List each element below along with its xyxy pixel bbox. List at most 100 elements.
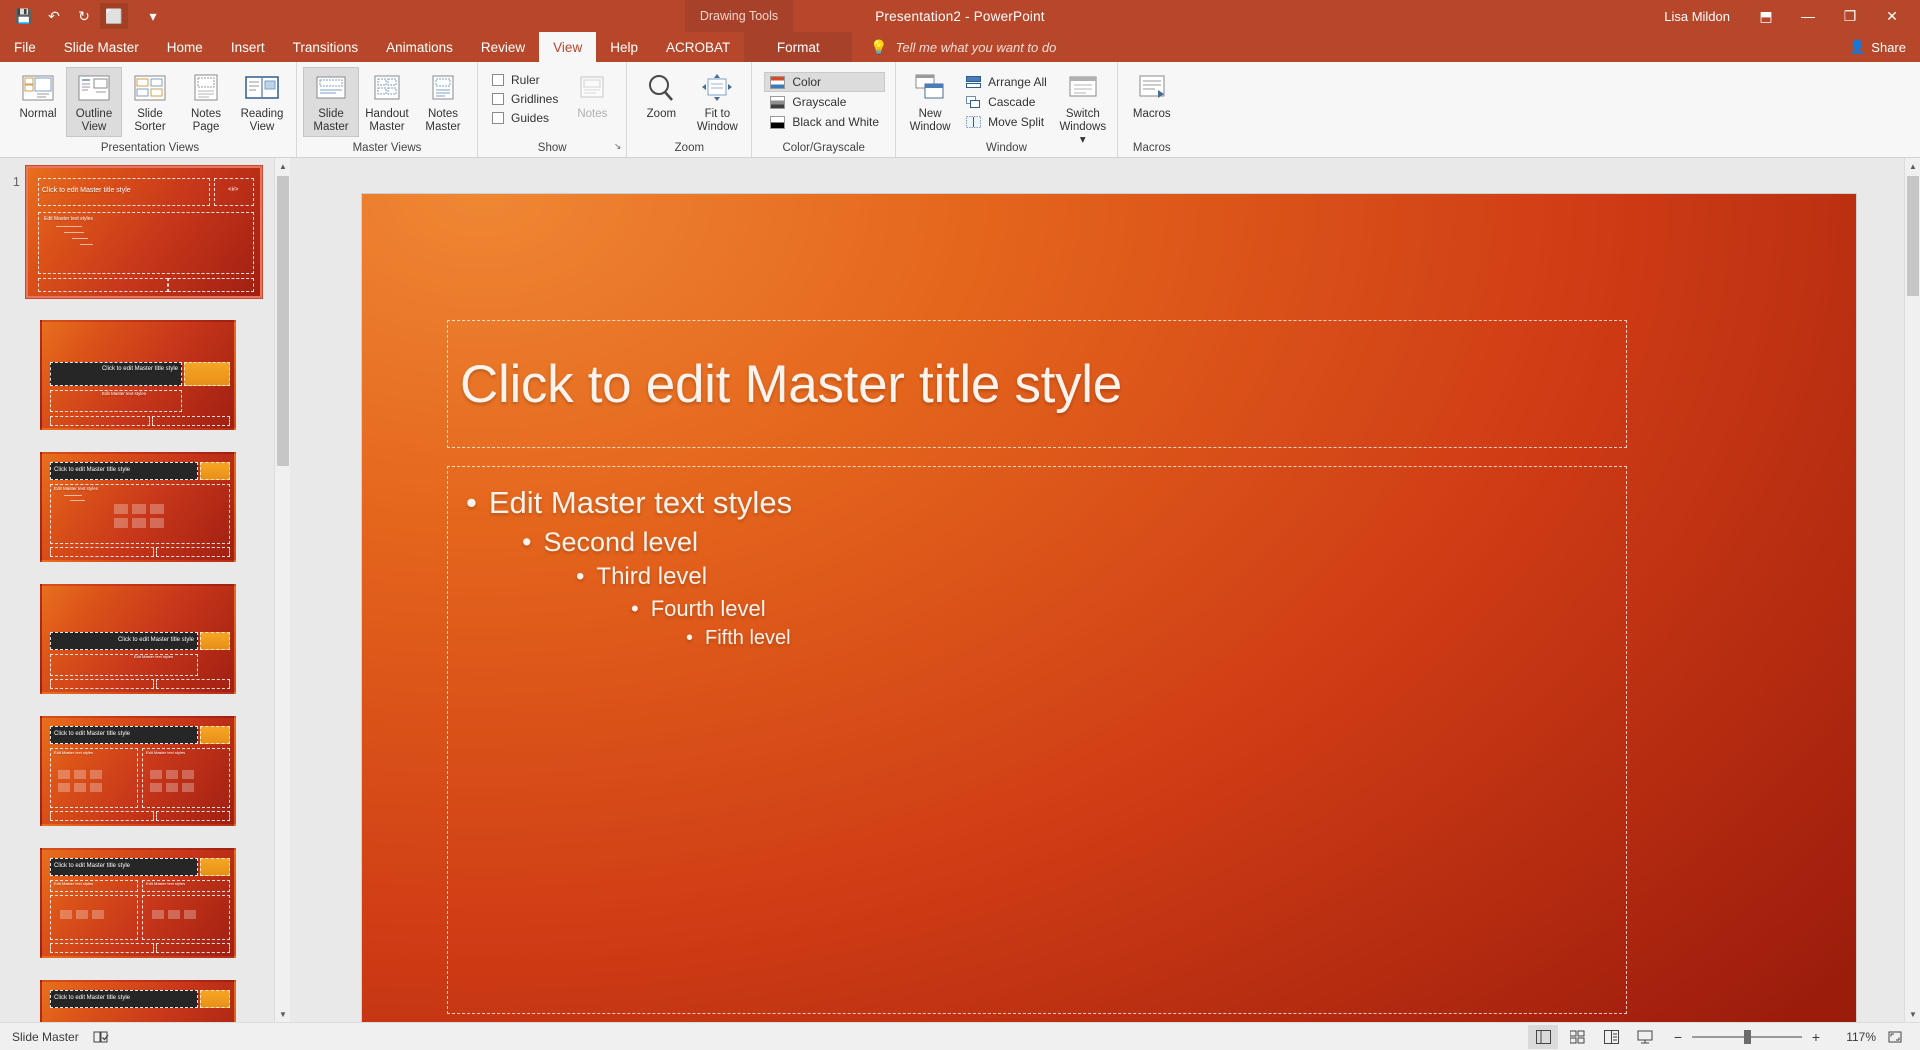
bullet-icon-2: • bbox=[522, 527, 532, 557]
thumbnail-slide-master[interactable]: Click to edit Master title style <#> Edi… bbox=[25, 165, 263, 299]
notes-page-icon bbox=[190, 71, 222, 105]
zoom-button[interactable]: Zoom bbox=[633, 67, 689, 137]
thumb6-tile bbox=[168, 910, 180, 919]
black-and-white-option[interactable]: Black and White bbox=[764, 112, 885, 132]
thumb5-tile bbox=[74, 770, 86, 779]
ribbon-group-window: New Window Arrange All Cascade Move Spli… bbox=[896, 62, 1118, 157]
tab-transitions[interactable]: Transitions bbox=[279, 32, 373, 62]
body-level-2-text: Second level bbox=[543, 527, 699, 557]
reading-view-label-2: View bbox=[249, 121, 275, 133]
tab-acrobat[interactable]: ACROBAT bbox=[652, 32, 744, 62]
restore-icon[interactable]: ❐ bbox=[1830, 1, 1870, 31]
thumbnail-layout-comparison[interactable]: Click to edit Master title style Edit Ma… bbox=[40, 848, 236, 958]
grayscale-option[interactable]: Grayscale bbox=[764, 92, 885, 112]
thumb6-tile bbox=[184, 910, 196, 919]
color-option[interactable]: Color bbox=[764, 72, 886, 92]
slide-master-canvas[interactable]: Click to edit Master title style • Edit … bbox=[362, 194, 1856, 1022]
ribbon-group-macros: Macros Macros bbox=[1118, 62, 1186, 157]
tab-home[interactable]: Home bbox=[153, 32, 217, 62]
tab-file[interactable]: File bbox=[0, 32, 50, 62]
fit-to-window-button[interactable]: Fit to Window bbox=[689, 67, 745, 137]
lightbulb-icon: 💡 bbox=[870, 38, 888, 55]
tab-help[interactable]: Help bbox=[596, 32, 652, 62]
title-placeholder-text: Click to edit Master title style bbox=[460, 354, 1122, 414]
canvas-scrollbar-thumb[interactable] bbox=[1907, 176, 1919, 296]
cascade-item[interactable]: Cascade bbox=[962, 92, 1051, 112]
zoom-out-button[interactable]: − bbox=[1672, 1029, 1684, 1045]
ruler-checkbox[interactable]: Ruler bbox=[492, 70, 558, 89]
thumbnail-scroll-up-icon[interactable]: ▲ bbox=[275, 158, 290, 174]
thumb3-content-text: Edit Master text styles bbox=[54, 486, 99, 491]
thumbnail-scrollbar[interactable]: ▲ ▼ bbox=[274, 158, 290, 1022]
tab-animations[interactable]: Animations bbox=[372, 32, 467, 62]
move-split-item[interactable]: Move Split bbox=[962, 112, 1051, 132]
thumb3-icon-tile bbox=[132, 518, 146, 528]
tab-slide-master[interactable]: Slide Master bbox=[50, 32, 153, 62]
slide-show-status-icon[interactable] bbox=[1630, 1025, 1660, 1049]
new-window-button[interactable]: New Window bbox=[902, 67, 958, 137]
thumb3-mini-line bbox=[64, 495, 82, 496]
notes-page-button[interactable]: Notes Page bbox=[178, 67, 234, 137]
reading-view-button[interactable]: Reading View bbox=[234, 67, 290, 137]
body-placeholder[interactable]: • Edit Master text styles • Second level… bbox=[447, 466, 1627, 1014]
close-icon[interactable]: ✕ bbox=[1872, 1, 1912, 31]
notes-master-button[interactable]: Notes Master bbox=[415, 67, 471, 137]
tab-view[interactable]: View bbox=[539, 32, 597, 62]
canvas-vertical-scrollbar[interactable]: ▲ ▼ bbox=[1904, 158, 1920, 1022]
thumbnail-layout-two-content[interactable]: Click to edit Master title style Edit Ma… bbox=[40, 716, 236, 826]
slide-thumbnail-pane[interactable]: 1 Click to edit Master title style <#> E… bbox=[0, 158, 290, 1022]
thumb5-right-text: Edit Master text styles bbox=[146, 750, 186, 755]
accessibility-checker-icon[interactable] bbox=[93, 1030, 109, 1044]
zoom-slider-track[interactable] bbox=[1692, 1030, 1802, 1044]
switch-windows-button[interactable]: Switch Windows ▾ bbox=[1055, 67, 1111, 148]
bullet-icon-5: • bbox=[686, 627, 694, 649]
thumb5-tile bbox=[58, 770, 70, 779]
normal-view-button[interactable]: Normal bbox=[10, 67, 66, 137]
zoom-in-button[interactable]: + bbox=[1810, 1029, 1822, 1045]
thumb-mini-line bbox=[64, 232, 84, 233]
slide-sorter-status-icon[interactable] bbox=[1562, 1025, 1592, 1049]
thumb4-text: Edit Master text styles bbox=[134, 654, 174, 659]
show-dialog-launcher-icon[interactable]: ↘ bbox=[614, 137, 622, 155]
normal-view-status-icon[interactable] bbox=[1528, 1025, 1558, 1049]
thumbnail-scroll-down-icon[interactable]: ▼ bbox=[275, 1006, 290, 1022]
color-option-column: Color Grayscale Black and White bbox=[758, 67, 889, 132]
minimize-icon[interactable]: — bbox=[1788, 1, 1828, 31]
canvas-scroll-up-icon[interactable]: ▲ bbox=[1905, 158, 1920, 174]
macros-button[interactable]: Macros bbox=[1124, 67, 1180, 137]
slide-sorter-button[interactable]: Slide Sorter bbox=[122, 67, 178, 137]
slide-master-button[interactable]: Slide Master bbox=[303, 67, 359, 137]
fit-to-window-label-2: Window bbox=[696, 121, 738, 133]
share-button[interactable]: 👤 Share bbox=[1849, 32, 1906, 62]
new-window-label-2: Window bbox=[909, 121, 951, 133]
thumbnail-layout-title-slide[interactable]: Click to edit Master title style Edit Ma… bbox=[40, 320, 236, 430]
ribbon-display-options-icon[interactable]: ⬒ bbox=[1746, 1, 1786, 31]
guides-checkbox[interactable]: Guides bbox=[492, 108, 558, 127]
thumb3-icon-tile bbox=[150, 518, 164, 528]
title-placeholder[interactable]: Click to edit Master title style bbox=[447, 320, 1627, 448]
reading-view-status-icon[interactable] bbox=[1596, 1025, 1626, 1049]
account-name[interactable]: Lisa Mildon bbox=[1658, 9, 1744, 24]
zoom-percentage[interactable]: 117% bbox=[1834, 1030, 1876, 1044]
tab-format[interactable]: Format bbox=[744, 32, 853, 62]
thumb5-footer bbox=[50, 811, 154, 821]
thumbnail-scrollbar-thumb[interactable] bbox=[277, 176, 289, 466]
thumbnail-number-1: 1 bbox=[12, 174, 20, 189]
handout-master-button[interactable]: Handout Master bbox=[359, 67, 415, 137]
notes-button[interactable]: Notes bbox=[564, 67, 620, 137]
gridlines-checkbox[interactable]: Gridlines bbox=[492, 89, 558, 108]
arrange-all-item[interactable]: Arrange All bbox=[962, 72, 1051, 92]
canvas-scroll-down-icon[interactable]: ▼ bbox=[1905, 1006, 1920, 1022]
tell-me-search[interactable]: 💡 Tell me what you want to do bbox=[852, 32, 1056, 62]
thumb2-number-band bbox=[184, 362, 230, 386]
tab-review[interactable]: Review bbox=[467, 32, 539, 62]
zoom-slider[interactable]: − + bbox=[1664, 1029, 1830, 1045]
tab-insert[interactable]: Insert bbox=[217, 32, 279, 62]
fit-slide-to-window-icon[interactable] bbox=[1880, 1025, 1910, 1049]
thumbnail-layout-section-header[interactable]: Click to edit Master title style Edit Ma… bbox=[40, 584, 236, 694]
outline-view-button[interactable]: Outline View bbox=[66, 67, 122, 137]
thumb3-icon-tile bbox=[150, 504, 164, 514]
thumbnail-layout-title-only[interactable]: Click to edit Master title style bbox=[40, 980, 236, 1022]
thumbnail-layout-title-and-content[interactable]: Click to edit Master title style Edit Ma… bbox=[40, 452, 236, 562]
zoom-slider-knob[interactable] bbox=[1744, 1030, 1751, 1044]
